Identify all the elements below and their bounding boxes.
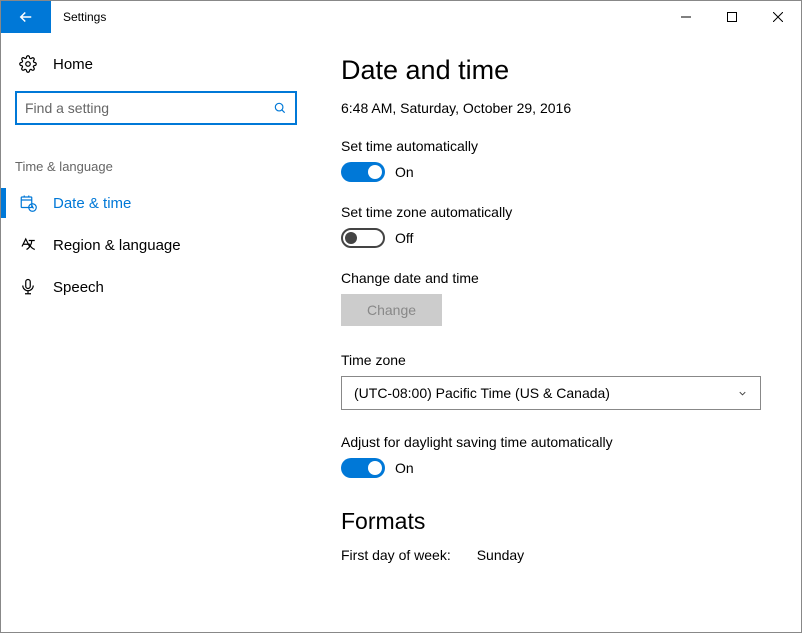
sidebar-item-label: Speech — [53, 279, 104, 296]
main-content: Date and time 6:48 AM, Saturday, October… — [311, 33, 801, 632]
home-label: Home — [53, 56, 93, 73]
sidebar-item-speech[interactable]: Speech — [1, 266, 311, 308]
first-day-label: First day of week: — [341, 547, 451, 563]
change-button[interactable]: Change — [341, 294, 442, 326]
timezone-label: Time zone — [341, 352, 781, 368]
auto-tz-label: Set time zone automatically — [341, 204, 781, 220]
search-box[interactable] — [15, 91, 297, 125]
auto-time-state: On — [395, 164, 414, 180]
language-icon — [19, 236, 37, 254]
title-bar: Settings — [1, 1, 801, 33]
maximize-icon — [727, 12, 737, 22]
home-nav[interactable]: Home — [1, 45, 311, 83]
close-icon — [773, 12, 783, 22]
formats-first-day-row: First day of week: Sunday — [341, 547, 781, 563]
auto-time-label: Set time automatically — [341, 138, 781, 154]
chevron-down-icon — [737, 388, 748, 399]
current-datetime: 6:48 AM, Saturday, October 29, 2016 — [341, 100, 781, 116]
minimize-icon — [681, 12, 691, 22]
page-title: Date and time — [341, 55, 781, 86]
auto-time-toggle[interactable] — [341, 162, 385, 182]
close-button[interactable] — [755, 1, 801, 33]
search-input[interactable] — [25, 100, 265, 116]
first-day-value: Sunday — [477, 547, 524, 563]
gear-icon — [19, 55, 37, 73]
auto-tz-state: Off — [395, 230, 413, 246]
sidebar-item-date-time[interactable]: Date & time — [1, 182, 311, 224]
sidebar-item-label: Region & language — [53, 237, 181, 254]
arrow-left-icon — [17, 8, 35, 26]
change-date-label: Change date and time — [341, 270, 781, 286]
timezone-dropdown[interactable]: (UTC-08:00) Pacific Time (US & Canada) — [341, 376, 761, 410]
window-controls — [663, 1, 801, 33]
window-title: Settings — [51, 1, 663, 33]
dst-label: Adjust for daylight saving time automati… — [341, 434, 781, 450]
sidebar-category: Time & language — [1, 125, 311, 182]
search-icon — [273, 101, 287, 115]
minimize-button[interactable] — [663, 1, 709, 33]
microphone-icon — [19, 278, 37, 296]
calendar-clock-icon — [19, 194, 37, 212]
dst-toggle[interactable] — [341, 458, 385, 478]
auto-tz-toggle[interactable] — [341, 228, 385, 248]
sidebar: Home Time & language Date & time Region … — [1, 33, 311, 632]
sidebar-item-label: Date & time — [53, 195, 131, 212]
dst-state: On — [395, 460, 414, 476]
timezone-value: (UTC-08:00) Pacific Time (US & Canada) — [354, 385, 610, 401]
sidebar-item-region-language[interactable]: Region & language — [1, 224, 311, 266]
maximize-button[interactable] — [709, 1, 755, 33]
back-button[interactable] — [1, 1, 51, 33]
formats-heading: Formats — [341, 508, 781, 535]
